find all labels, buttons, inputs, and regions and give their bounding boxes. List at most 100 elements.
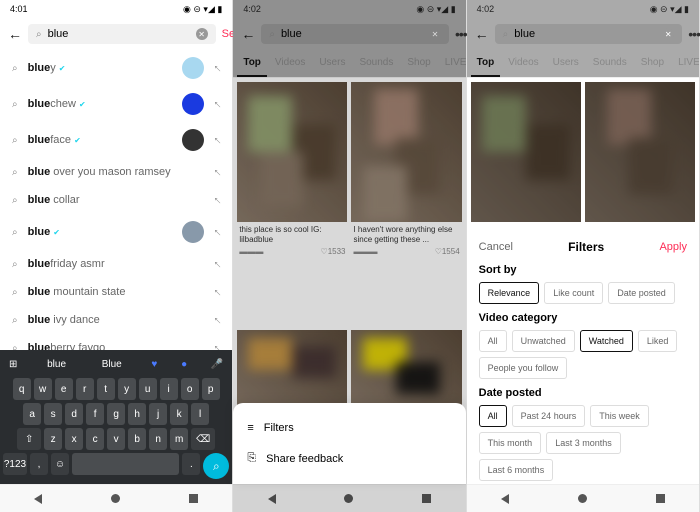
suggestion-item[interactable]: ⌕ bluefriday asmr ↑ [0, 250, 232, 278]
chip[interactable]: Unwatched [512, 330, 575, 352]
suggestion-item[interactable]: ⌕ blueface ✔ ↑ [0, 122, 232, 158]
search-input[interactable] [48, 28, 190, 40]
chip[interactable]: Watched [580, 330, 633, 352]
category-label: Video category [479, 312, 687, 324]
insert-icon[interactable]: ↑ [210, 313, 224, 327]
search-icon: ⌕ [12, 315, 18, 326]
chip[interactable]: All [479, 405, 507, 427]
tab-videos[interactable]: Videos [502, 50, 544, 77]
mic-icon[interactable]: 🎤 [211, 359, 223, 370]
suggestion-item[interactable]: ⌕ blue mountain state ↑ [0, 278, 232, 306]
insert-icon[interactable]: ↑ [210, 285, 224, 299]
verified-icon: ✔ [79, 100, 86, 109]
tab-top[interactable]: Top [471, 50, 501, 77]
search-icon: ⌕ [12, 135, 18, 146]
keyboard[interactable]: ⊞ blue Blue ♥ ● 🎤 qwertyuiop asdfghjkl ⇧… [0, 350, 232, 484]
nav-bar [467, 484, 699, 512]
clear-icon[interactable]: ✕ [662, 28, 674, 40]
chip[interactable]: All [479, 330, 507, 352]
nav-back[interactable] [34, 494, 42, 504]
suggestion-item[interactable]: ⌕ blue collar ↑ [0, 186, 232, 214]
kb-suggestion[interactable]: blue [41, 357, 72, 372]
more-icon[interactable]: ••• [688, 26, 700, 42]
nav-home[interactable] [578, 494, 587, 503]
insert-icon[interactable]: ↑ [210, 97, 224, 111]
tab-shop[interactable]: Shop [635, 50, 670, 77]
suggestion-item[interactable]: ⌕ blueberry faygo ↑ [0, 334, 232, 350]
back-icon[interactable]: ← [8, 26, 22, 42]
nav-recent[interactable] [189, 494, 198, 503]
suggestion-item[interactable]: ⌕ bluechew ✔ ↑ [0, 86, 232, 122]
search-icon: ⌕ [12, 99, 18, 110]
status-icons: ◉ ⊝ ▾◢ ▮ [183, 4, 222, 15]
suggestion-text: bluechew ✔ [28, 98, 173, 110]
back-icon[interactable]: ← [475, 26, 489, 42]
suggestion-text: blue ✔ [28, 226, 173, 238]
suggestion-text: bluefriday asmr [28, 258, 205, 270]
search-icon: ⌕ [12, 63, 18, 74]
insert-icon[interactable]: ↑ [210, 225, 224, 239]
suggestion-text: blue mountain state [28, 286, 205, 298]
insert-icon[interactable]: ↑ [210, 133, 224, 147]
status-bar: 4:02 ◉ ⊝ ▾◢ ▮ [467, 0, 699, 18]
date-label: Date posted [479, 387, 687, 399]
chip[interactable]: Last 3 months [546, 432, 621, 454]
kb-grid-icon[interactable]: ⊞ [9, 359, 17, 370]
insert-icon[interactable]: ↑ [210, 193, 224, 207]
suggestion-text: blueberry faygo [28, 342, 205, 350]
suggestion-text: blueface ✔ [28, 134, 173, 146]
suggestion-text: blue ivy dance [28, 314, 205, 326]
search-icon: ⌕ [12, 227, 18, 238]
search-icon: ⌕ [12, 259, 18, 270]
chip[interactable]: Past 24 hours [512, 405, 586, 427]
nav-home[interactable] [111, 494, 120, 503]
sort-label: Sort by [479, 264, 687, 276]
feedback-option[interactable]: ⎘Share feedback [233, 443, 465, 474]
verified-icon: ✔ [59, 64, 66, 73]
search-icon: ⌕ [12, 195, 18, 206]
search-box[interactable]: ⌕ ✕ [495, 24, 683, 44]
insert-icon[interactable]: ↑ [210, 341, 224, 350]
suggestion-item[interactable]: ⌕ blue ✔ ↑ [0, 214, 232, 250]
search-box[interactable]: ⌕ ✕ [28, 24, 216, 44]
chip[interactable]: Last 6 months [479, 459, 554, 481]
clock: 4:02 [477, 4, 495, 14]
avatar [182, 221, 204, 243]
insert-icon[interactable]: ↑ [210, 61, 224, 75]
symbols-key: ?123 [3, 453, 27, 475]
chip[interactable]: Like count [544, 282, 603, 304]
suggestion-item[interactable]: ⌕bluey ✔↑ [0, 50, 232, 86]
chip[interactable]: Date posted [608, 282, 675, 304]
filter-icon: ≡ [247, 422, 253, 434]
panel-title: Filters [568, 240, 604, 254]
chip[interactable]: Liked [638, 330, 678, 352]
emoji-key: ☺ [51, 453, 69, 475]
suggestion-item[interactable]: ⌕blue over you mason ramsey↑ [0, 158, 232, 186]
filters-option[interactable]: ≡Filters [233, 413, 465, 443]
chip[interactable]: Relevance [479, 282, 540, 304]
tab-users[interactable]: Users [547, 50, 585, 77]
search-key: ⌕ [203, 453, 229, 479]
suggestion-list: ⌕bluey ✔↑⌕bluechew ✔↑⌕blueface ✔↑⌕blue o… [0, 50, 232, 350]
tab-live[interactable]: LIVE [672, 50, 699, 77]
chip[interactable]: People you follow [479, 357, 568, 379]
insert-icon[interactable]: ↑ [210, 257, 224, 271]
nav-back[interactable] [501, 494, 509, 504]
chip[interactable]: This month [479, 432, 542, 454]
cancel-button[interactable]: Cancel [479, 241, 513, 253]
dot-icon[interactable]: ● [181, 359, 187, 370]
nav-recent[interactable] [656, 494, 665, 503]
status-icons: ◉ ⊝ ▾◢ ▮ [650, 4, 689, 15]
search-icon: ⌕ [12, 343, 18, 351]
suggestion-item[interactable]: ⌕ blue ivy dance ↑ [0, 306, 232, 334]
heart-icon[interactable]: ♥ [151, 359, 157, 370]
search-input[interactable] [514, 28, 656, 40]
search-icon: ⌕ [12, 287, 18, 298]
kb-suggestion[interactable]: Blue [96, 357, 128, 372]
chip[interactable]: This week [590, 405, 649, 427]
insert-icon[interactable]: ↑ [210, 165, 224, 179]
tab-sounds[interactable]: Sounds [587, 50, 633, 77]
suggestion-text: blue collar [28, 194, 205, 206]
clear-icon[interactable]: ✕ [196, 28, 208, 40]
apply-button[interactable]: Apply [659, 241, 687, 253]
